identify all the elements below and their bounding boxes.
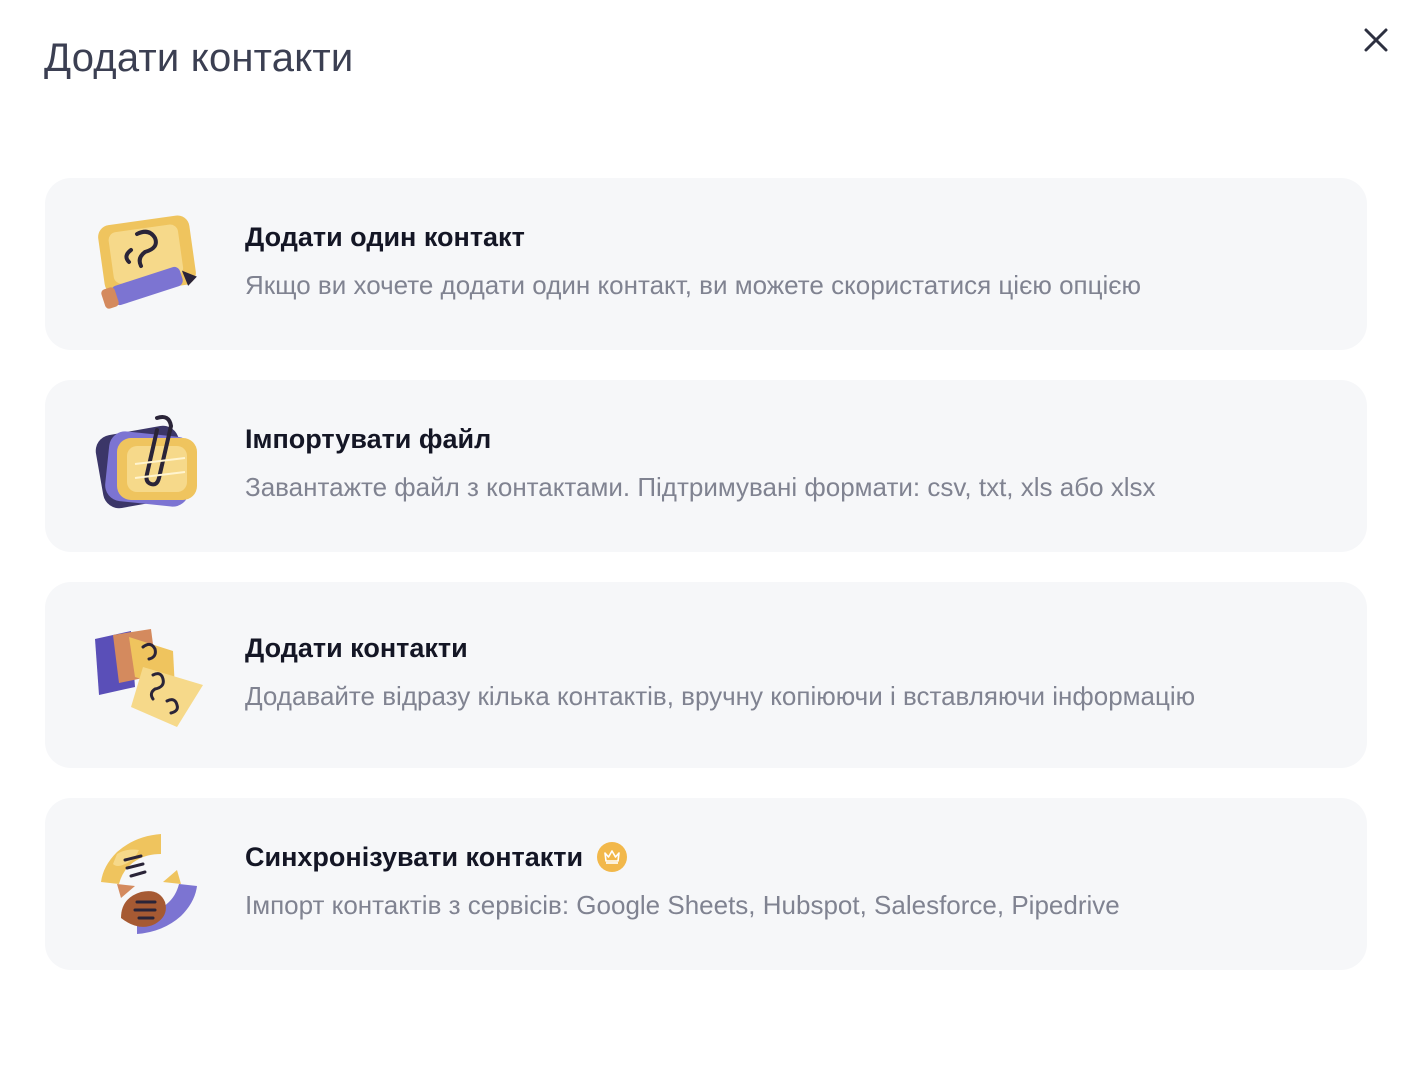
option-description: Якщо ви хочете додати один контакт, ви м… <box>245 269 1142 300</box>
close-icon <box>1364 28 1388 52</box>
add-contacts-modal: Додати контакти Додати один контакт Якщо… <box>0 0 1406 1076</box>
option-title: Імпортувати файл <box>245 423 492 454</box>
file-paperclip-icon <box>91 408 207 524</box>
option-title: Синхронізувати контакти <box>245 841 584 872</box>
option-add-single-contact[interactable]: Додати один контакт Якщо ви хочете додат… <box>45 178 1367 350</box>
option-title-row: Синхронізувати контакти <box>245 842 1120 873</box>
multiple-contact-cards-icon <box>91 617 207 733</box>
option-add-multiple-contacts[interactable]: Додати контакти Додавайте відразу кілька… <box>45 582 1367 768</box>
option-text: Синхронізувати контакти Імпорт контактів… <box>245 842 1120 927</box>
option-description: Завантажте файл з контактами. Підтримува… <box>245 471 1156 502</box>
option-import-file[interactable]: Імпортувати файл Завантажте файл з конта… <box>45 380 1367 552</box>
contact-card-pencil-icon <box>91 206 207 322</box>
option-text: Імпортувати файл Завантажте файл з конта… <box>245 424 1156 509</box>
close-button[interactable] <box>1358 22 1394 58</box>
option-title: Додати контакти <box>245 632 468 663</box>
sync-hands-icon <box>91 826 207 942</box>
option-text: Додати контакти Додавайте відразу кілька… <box>245 633 1195 718</box>
crown-icon <box>597 842 628 872</box>
option-description: Додавайте відразу кілька контактів, вруч… <box>245 680 1196 711</box>
options-list: Додати один контакт Якщо ви хочете додат… <box>45 178 1367 1000</box>
modal-title: Додати контакти <box>44 36 354 80</box>
option-sync-contacts[interactable]: Синхронізувати контакти Імпорт контактів… <box>45 798 1367 970</box>
option-text: Додати один контакт Якщо ви хочете додат… <box>245 222 1141 307</box>
option-title: Додати один контакт <box>245 221 525 252</box>
option-description: Імпорт контактів з сервісів: Google Shee… <box>245 889 1120 920</box>
